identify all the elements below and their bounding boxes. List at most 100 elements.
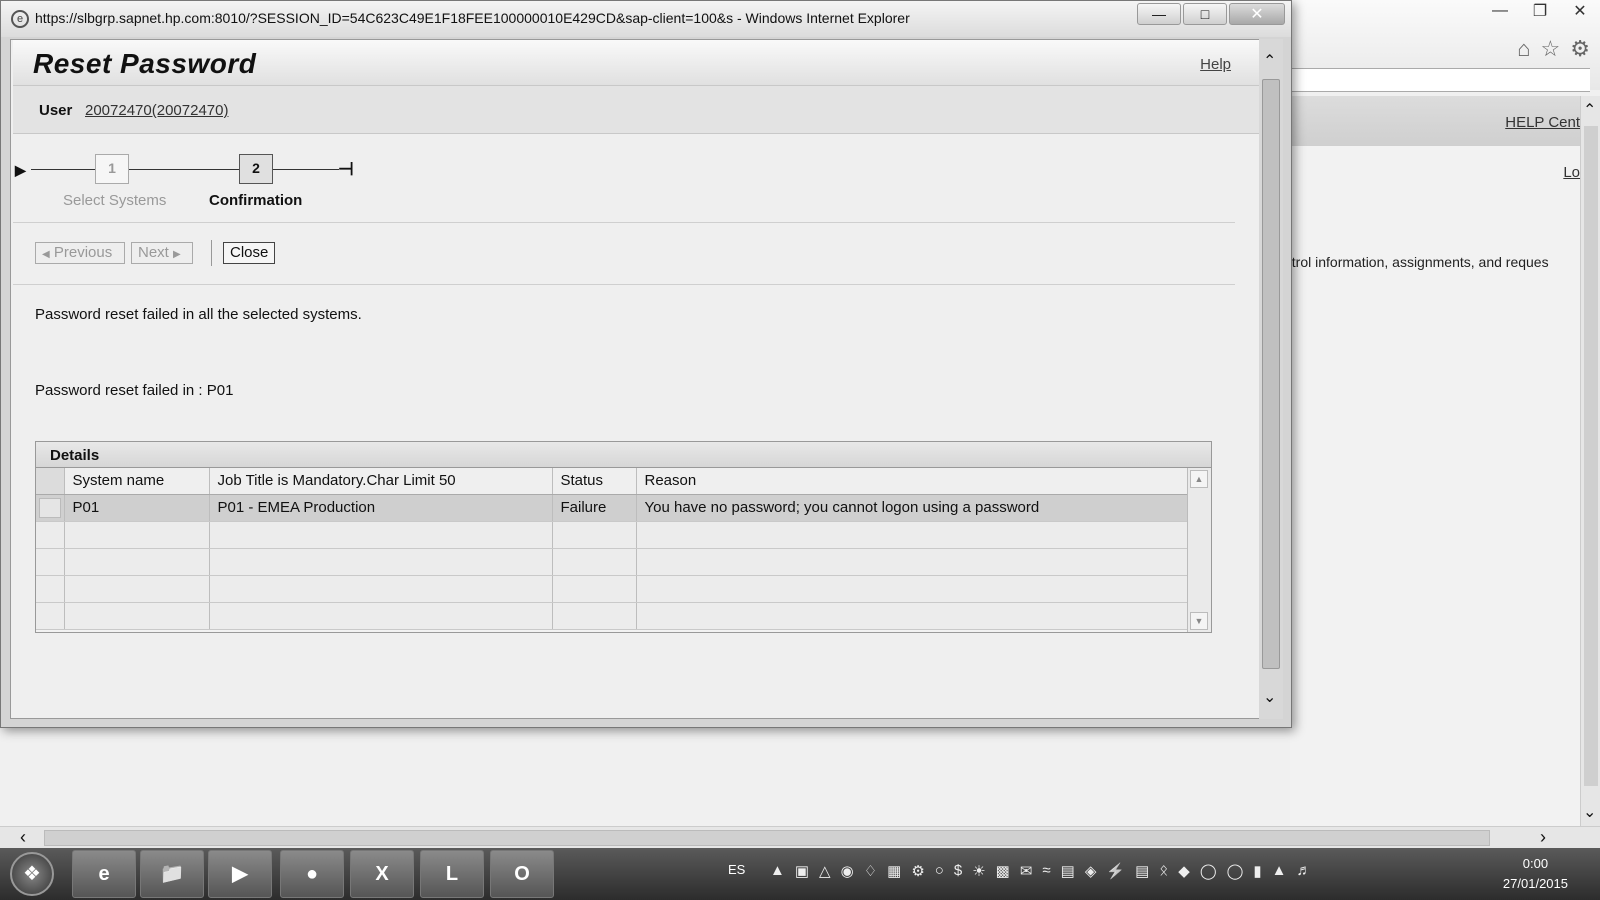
bluetooth-icon[interactable]: ᛟ xyxy=(1159,862,1168,880)
column-header-system-name[interactable]: System name xyxy=(64,468,210,495)
reset-password-window: e https://slbgrp.sapnet.hp.com:8010/?SES… xyxy=(0,0,1292,728)
column-header-status[interactable]: Status xyxy=(552,468,637,495)
start-button[interactable]: ❖ xyxy=(10,852,54,896)
tray-icon[interactable]: ◆ xyxy=(1178,862,1190,880)
row-selector[interactable] xyxy=(36,494,65,522)
tray-icon[interactable]: ▩ xyxy=(996,862,1010,880)
divider xyxy=(13,222,1235,223)
tray-icon[interactable]: ✉ xyxy=(1020,862,1033,880)
tray-icon[interactable]: ◈ xyxy=(1085,862,1097,880)
scroll-thumb[interactable] xyxy=(1262,79,1280,669)
cell-status: Failure xyxy=(552,494,637,522)
row-select-box[interactable] xyxy=(38,497,61,518)
column-header-reason[interactable]: Reason xyxy=(636,468,1189,495)
background-horizontal-scrollbar[interactable]: ‹ › xyxy=(0,826,1600,848)
tray-icon[interactable]: ◯ xyxy=(1227,862,1244,880)
tray-icon[interactable]: ≈ xyxy=(1042,862,1050,880)
select-all-header[interactable] xyxy=(36,468,65,495)
minimize-button[interactable]: — xyxy=(1137,3,1181,25)
battery-icon[interactable]: ▮ xyxy=(1253,862,1261,880)
table-row-empty xyxy=(36,548,1189,576)
scroll-down-icon[interactable]: ▼ xyxy=(1190,612,1208,630)
empty-cell xyxy=(64,575,210,603)
home-icon[interactable]: ⌂ xyxy=(1517,36,1530,62)
row-selector[interactable] xyxy=(36,521,65,549)
previous-button[interactable]: ◀ Previous xyxy=(35,242,125,264)
chevron-up-icon[interactable]: ⌃ xyxy=(1263,51,1276,71)
roadmap: ▶ 1 2 ⊣ Select Systems Confirmation xyxy=(13,150,413,210)
tray-icon[interactable]: ◯ xyxy=(1200,862,1217,880)
minimize-icon[interactable]: — xyxy=(1480,0,1520,22)
maximize-button[interactable]: □ xyxy=(1183,3,1227,25)
volume-icon[interactable]: ♬ xyxy=(1297,862,1312,880)
chevron-left-icon[interactable]: ‹ xyxy=(20,827,26,848)
previous-label: Previous xyxy=(53,244,113,261)
language-indicator[interactable]: ES xyxy=(728,862,745,877)
tray-icon[interactable]: ⚡ xyxy=(1106,862,1125,880)
user-label: User xyxy=(39,102,73,119)
tray-icon[interactable]: ▣ xyxy=(795,862,809,880)
network-signal-icon[interactable]: ▲ xyxy=(1272,862,1287,880)
lync-taskbar-icon[interactable]: L xyxy=(420,850,484,898)
excel-taskbar-icon[interactable]: X xyxy=(350,850,414,898)
tray-icon[interactable]: ▤ xyxy=(1061,862,1075,880)
window-title-bar[interactable]: e https://slbgrp.sapnet.hp.com:8010/?SES… xyxy=(1,1,1291,37)
explorer-taskbar-icon[interactable]: 📁 xyxy=(140,850,204,898)
row-selector[interactable] xyxy=(36,548,65,576)
popup-vertical-scrollbar[interactable]: ⌃ ⌄ xyxy=(1259,39,1283,719)
tray-icon[interactable]: ☀ xyxy=(972,862,985,880)
scroll-thumb[interactable] xyxy=(1584,126,1598,786)
chevron-up-icon[interactable]: ⌃ xyxy=(1583,100,1596,120)
favorites-star-icon[interactable]: ☆ xyxy=(1541,36,1561,62)
media-player-taskbar-icon[interactable]: ▶ xyxy=(208,850,272,898)
cell-job-title: P01 - EMEA Production xyxy=(209,494,553,522)
table-scrollbar[interactable]: ▲ ▼ xyxy=(1187,468,1211,632)
scroll-thumb[interactable] xyxy=(44,830,1490,846)
roadmap-step-1[interactable]: 1 xyxy=(95,154,129,184)
roadmap-step-2[interactable]: 2 xyxy=(239,154,273,184)
help-link[interactable]: Help xyxy=(1200,56,1231,73)
tray-icon[interactable]: ▤ xyxy=(1135,862,1149,880)
outlook-taskbar-icon[interactable]: O xyxy=(490,850,554,898)
empty-cell xyxy=(64,602,210,630)
table-row[interactable]: P01 P01 - EMEA Production Failure You ha… xyxy=(36,494,1189,522)
user-id-link[interactable]: 20072470(20072470) xyxy=(85,102,228,119)
logout-link[interactable]: Lo xyxy=(1563,164,1580,181)
tray-icon[interactable]: ○ xyxy=(935,862,944,880)
row-selector[interactable] xyxy=(36,575,65,603)
internet-explorer-icon: e xyxy=(11,10,29,28)
page-header: Reset Password Help xyxy=(13,40,1259,86)
scroll-up-icon[interactable]: ▲ xyxy=(1190,470,1208,488)
ie-taskbar-icon[interactable]: e xyxy=(72,850,136,898)
close-button[interactable]: Close xyxy=(223,242,276,264)
row-selector[interactable] xyxy=(36,602,65,630)
tray-icon[interactable]: ▲ xyxy=(770,862,785,880)
restore-icon[interactable]: ❐ xyxy=(1520,0,1560,22)
tray-icon[interactable]: ⚙ xyxy=(911,862,924,880)
next-button[interactable]: Next ▶ xyxy=(131,242,193,264)
page-content: Reset Password Help User 20072470(200724… xyxy=(10,39,1265,719)
tray-icon[interactable]: ◉ xyxy=(841,862,854,880)
tray-icon[interactable]: △ xyxy=(819,862,831,880)
chevron-down-icon[interactable]: ⌄ xyxy=(1583,802,1596,822)
tray-icon[interactable]: ▦ xyxy=(887,862,901,880)
background-banner: HELP Cent xyxy=(1290,96,1580,146)
details-table: System name Job Title is Mandatory.Char … xyxy=(36,468,1189,630)
cell-reason: You have no password; you cannot logon u… xyxy=(636,494,1189,522)
gear-icon[interactable]: ⚙ xyxy=(1570,36,1590,62)
column-header-job-title[interactable]: Job Title is Mandatory.Char Limit 50 xyxy=(209,468,553,495)
tray-icon[interactable]: $ xyxy=(954,862,962,880)
help-center-link[interactable]: HELP Cent xyxy=(1505,114,1580,131)
failed-systems-message: Password reset failed in : P01 xyxy=(35,382,234,399)
chrome-taskbar-icon[interactable]: ● xyxy=(280,850,344,898)
system-clock[interactable]: 0:00 27/01/2015 xyxy=(1503,854,1568,894)
close-icon[interactable]: ✕ xyxy=(1560,0,1600,22)
close-window-button[interactable]: ✕ xyxy=(1229,3,1285,25)
table-row-empty xyxy=(36,575,1189,603)
table-row-empty xyxy=(36,521,1189,549)
background-vertical-scrollbar[interactable]: ⌃ ⌄ xyxy=(1580,96,1600,826)
tray-icon[interactable]: ♢ xyxy=(864,862,877,880)
chevron-down-icon[interactable]: ⌄ xyxy=(1263,687,1276,707)
empty-cell xyxy=(64,521,210,549)
chevron-right-icon[interactable]: › xyxy=(1540,827,1546,848)
